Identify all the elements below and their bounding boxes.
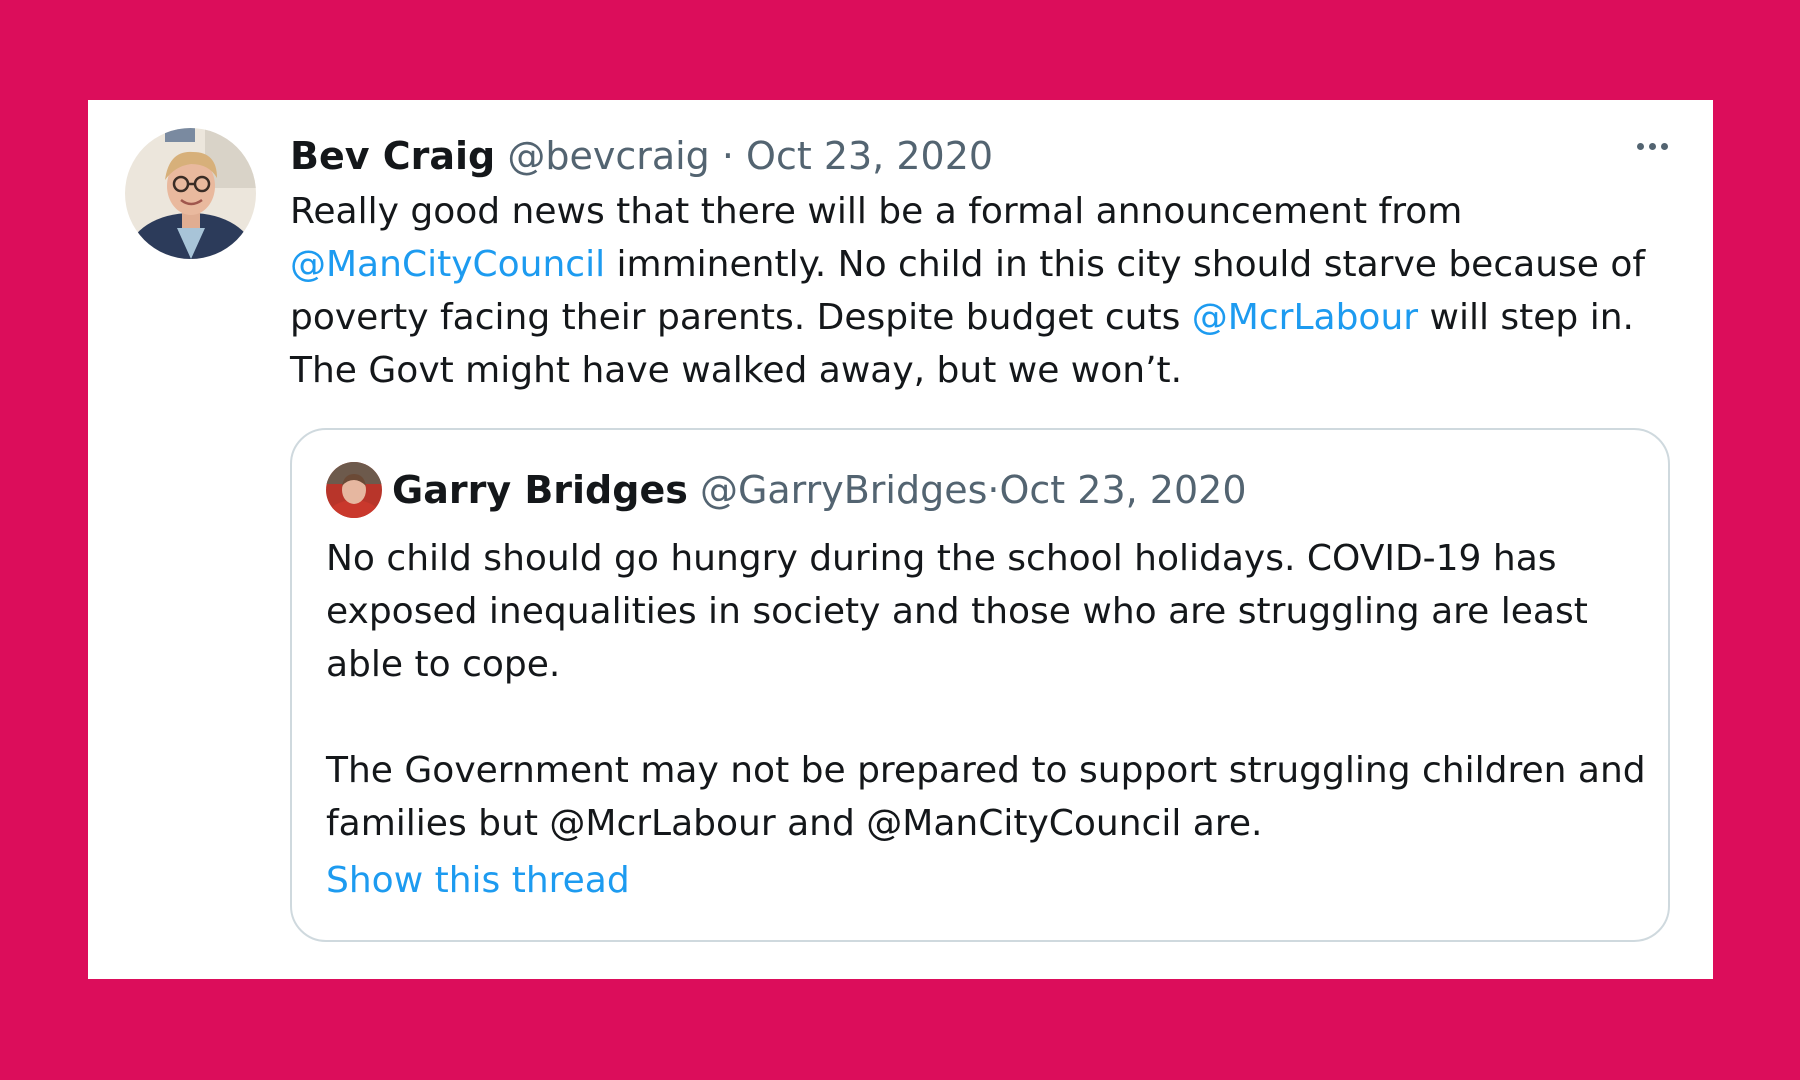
quoted-author-handle[interactable]: @GarryBridges	[688, 462, 987, 518]
show-thread-link[interactable]: Show this thread	[326, 854, 630, 907]
mention-link[interactable]: @McrLabour	[1192, 297, 1418, 338]
author-name[interactable]: Bev Craig	[290, 134, 495, 178]
quoted-tweet[interactable]: Garry Bridges @GarryBridges · Oct 23, 20…	[290, 428, 1670, 942]
tweet-text: Really good news that there will be a fo…	[290, 185, 1670, 397]
header-separator: ·	[709, 134, 747, 178]
tweet-body: Bev Craig @bevcraig · Oct 23, 2020 Reall…	[290, 128, 1680, 397]
author-avatar[interactable]	[125, 128, 256, 259]
more-horizontal-icon[interactable]	[1628, 126, 1676, 166]
quoted-author-name[interactable]: Garry Bridges	[392, 462, 688, 518]
tweet-date[interactable]: Oct 23, 2020	[746, 134, 993, 178]
quoted-tweet-date: Oct 23, 2020	[999, 468, 1247, 512]
author-handle[interactable]: @bevcraig	[507, 134, 709, 178]
quoted-tweet-header: Garry Bridges @GarryBridges · Oct 23, 20…	[326, 462, 1247, 518]
quoted-paragraph: The Government may not be prepared to su…	[326, 750, 1646, 844]
tweet-card[interactable]: Bev Craig @bevcraig · Oct 23, 2020 Reall…	[88, 100, 1713, 979]
tweet-text-part: Really good news that there will be a fo…	[290, 191, 1463, 232]
tweet-header: Bev Craig @bevcraig · Oct 23, 2020	[290, 128, 1680, 184]
quoted-tweet-text: No child should go hungry during the sch…	[326, 532, 1646, 850]
quoted-paragraph: No child should go hungry during the sch…	[326, 538, 1588, 685]
quoted-author-avatar	[326, 462, 382, 518]
mention-link[interactable]: @ManCityCouncil	[290, 244, 605, 285]
quoted-header-separator: ·	[987, 468, 1000, 512]
